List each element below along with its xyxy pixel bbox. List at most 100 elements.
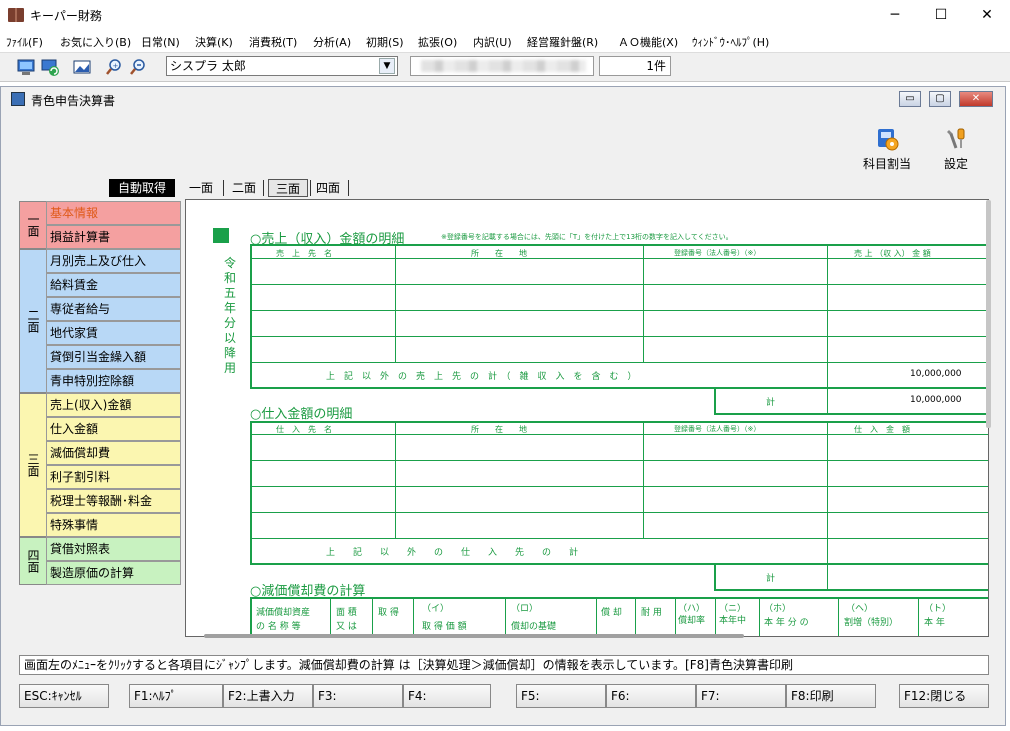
title-bar: キーパー財務 ─ ☐ ✕	[0, 0, 1010, 30]
menu-favorites[interactable]: お気に入り(B)	[60, 34, 131, 50]
horizontal-scrollbar[interactable]	[204, 634, 744, 638]
nav-section-3-label: 三面	[26, 453, 40, 477]
vertical-scrollbar[interactable]	[986, 200, 991, 428]
sales-total-label: 計	[766, 398, 776, 408]
menu-initial[interactable]: 初期(S)	[366, 34, 404, 50]
blue-return-window: 青色申告決算書 ▭ ▢ ✕ 科目割当 設定 自動取得 一面 二面 三面 四面 一…	[0, 86, 1006, 726]
nav-item-basic-info[interactable]: 基本情報	[46, 201, 181, 225]
nav-section-1-label: 一面	[26, 213, 40, 237]
menu-extend[interactable]: 拡張(O)	[418, 34, 457, 50]
year-label: 令和五年分以降用	[224, 256, 237, 375]
nav-section-2-label: 二面	[26, 309, 40, 333]
menu-daily[interactable]: 日常(N)	[141, 34, 180, 50]
nav-item-tax-accountant-fees[interactable]: 税理士等報酬･料金	[46, 489, 181, 513]
monitor-refresh-icon[interactable]	[40, 57, 60, 77]
inner-close-button[interactable]: ✕	[959, 91, 993, 107]
svg-text:+: +	[113, 62, 119, 70]
menu-compass[interactable]: 経営羅針盤(R)	[527, 34, 598, 50]
auto-get-button[interactable]: 自動取得	[109, 179, 175, 197]
menu-ao[interactable]: ＡＯ機能(X)	[618, 34, 678, 50]
nav-item-interest[interactable]: 利子割引料	[46, 465, 181, 489]
tab-page3[interactable]: 三面	[268, 179, 308, 197]
sales-header-regno: 登録番号（法人番号）（※）	[674, 249, 761, 257]
sales-header-address: 所 在 地	[471, 249, 527, 258]
nav-item-depreciation[interactable]: 減価償却費	[46, 441, 181, 465]
tab-page1[interactable]: 一面	[186, 179, 216, 197]
purchase-header-regno: 登録番号（法人番号）（※）	[674, 425, 761, 433]
menu-detail[interactable]: 内訳(U)	[473, 34, 512, 50]
f3-button[interactable]: F3:	[313, 684, 403, 708]
nav-section-4-label: 四面	[26, 549, 40, 573]
minimize-button[interactable]: ─	[872, 0, 918, 30]
f2-overwrite-button[interactable]: F2:上書入力	[223, 684, 313, 708]
menu-tax[interactable]: 消費税(T)	[249, 34, 297, 50]
nav-item-family-salary[interactable]: 専従者給与	[46, 297, 181, 321]
chevron-down-icon[interactable]: ▼	[379, 58, 395, 74]
tab-divider	[223, 180, 224, 196]
app-icon	[8, 8, 24, 22]
account-assign-label: 科目割当	[862, 157, 911, 171]
zoom-out-icon[interactable]	[128, 57, 148, 77]
nav-item-bad-debt[interactable]: 貸倒引当金繰入額	[46, 345, 181, 369]
status-message: 画面左のﾒﾆｭｰをｸﾘｯｸすると各項目にｼﾞｬﾝﾌﾟします。減価償却費の計算 は…	[19, 655, 989, 675]
sales-other-label: 上 記 以 外 の 売 上 先 の 計 （ 雑 収 入 を 含 む ）	[326, 372, 637, 382]
sales-header-customer: 売 上 先 名	[276, 249, 332, 258]
monitor-icon[interactable]	[16, 57, 36, 77]
f1-help-button[interactable]: F1:ﾍﾙﾌﾟ	[129, 684, 223, 708]
company-field	[410, 56, 594, 76]
nav-item-manufacturing-cost[interactable]: 製造原価の計算	[46, 561, 181, 585]
nav-item-sales-amount[interactable]: 売上(収入)金額	[46, 393, 181, 417]
settings-label: 設定	[943, 157, 968, 171]
dep-col-life: 耐 用	[641, 608, 662, 618]
menu-file[interactable]: ﾌｧｲﾙ(F)	[6, 34, 43, 50]
f12-close-button[interactable]: F12:閉じる	[899, 684, 989, 708]
purchase-header-address: 所 在 地	[471, 425, 527, 434]
user-select[interactable]: シスプラ 太郎 ▼	[166, 56, 398, 76]
sales-other-value: 10,000,000	[910, 369, 962, 379]
f5-button[interactable]: F5:	[516, 684, 606, 708]
image-icon[interactable]	[72, 57, 92, 77]
inner-title: 青色申告決算書	[31, 94, 116, 108]
inner-minimize-button[interactable]: ▭	[899, 91, 921, 107]
nav-item-rent[interactable]: 地代家賃	[46, 321, 181, 345]
menu-window-help[interactable]: ｳｨﾝﾄﾞｳ･ﾍﾙﾌﾟ(H)	[692, 34, 769, 50]
sales-total-value: 10,000,000	[910, 395, 962, 405]
f4-button[interactable]: F4:	[403, 684, 491, 708]
f8-print-button[interactable]: F8:印刷	[786, 684, 876, 708]
purchase-other-label: 上 記 以 外 の 仕 入 先 の 計	[326, 548, 579, 558]
purchase-header-amount: 仕 入 金 額	[854, 425, 910, 434]
dep-col-total-2: 本 年	[924, 618, 945, 628]
purchase-total-label: 計	[766, 574, 776, 584]
maximize-button[interactable]: ☐	[918, 0, 964, 30]
nav-item-salaries[interactable]: 給料賃金	[46, 273, 181, 297]
settings-button[interactable]: 設定	[935, 127, 977, 172]
dep-col-method: 償 却	[601, 608, 622, 618]
f6-button[interactable]: F6:	[606, 684, 696, 708]
menu-closing[interactable]: 決算(K)	[195, 34, 233, 50]
zoom-in-icon[interactable]: +	[104, 57, 124, 77]
nav-item-special-deduction[interactable]: 青申特別控除額	[46, 369, 181, 393]
f7-button[interactable]: F7:	[696, 684, 786, 708]
menu-analysis[interactable]: 分析(A)	[313, 34, 351, 50]
assign-gear-icon	[875, 127, 899, 151]
tab-page2[interactable]: 二面	[229, 179, 259, 197]
dep-col-cost-1: （イ）	[422, 604, 450, 614]
nav-item-monthly-sales[interactable]: 月別売上及び仕入	[46, 249, 181, 273]
dep-col-special-2: 割増（特別）	[844, 618, 899, 628]
tab-divider	[310, 180, 311, 196]
dep-col-total-1: （ト）	[924, 604, 952, 614]
dep-col-months-2: 本年中	[719, 616, 747, 626]
section-marker	[213, 228, 229, 243]
tab-page4[interactable]: 四面	[313, 179, 343, 197]
record-count: 1件	[599, 56, 671, 76]
inner-maximize-button[interactable]: ▢	[929, 91, 951, 107]
nav-item-balance-sheet[interactable]: 貸借対照表	[46, 537, 181, 561]
account-assign-button[interactable]: 科目割当	[857, 127, 917, 172]
close-button[interactable]: ✕	[964, 0, 1010, 30]
esc-cancel-button[interactable]: ESC:ｷｬﾝｾﾙ	[19, 684, 109, 708]
nav-item-income-statement[interactable]: 損益計算書	[46, 225, 181, 249]
nav-section-2: 二面	[19, 249, 47, 393]
nav-item-purchase-amount[interactable]: 仕入金額	[46, 417, 181, 441]
nav-item-special-circumstances[interactable]: 特殊事情	[46, 513, 181, 537]
toolbar: + シスプラ 太郎 ▼ 1件	[0, 52, 1010, 82]
